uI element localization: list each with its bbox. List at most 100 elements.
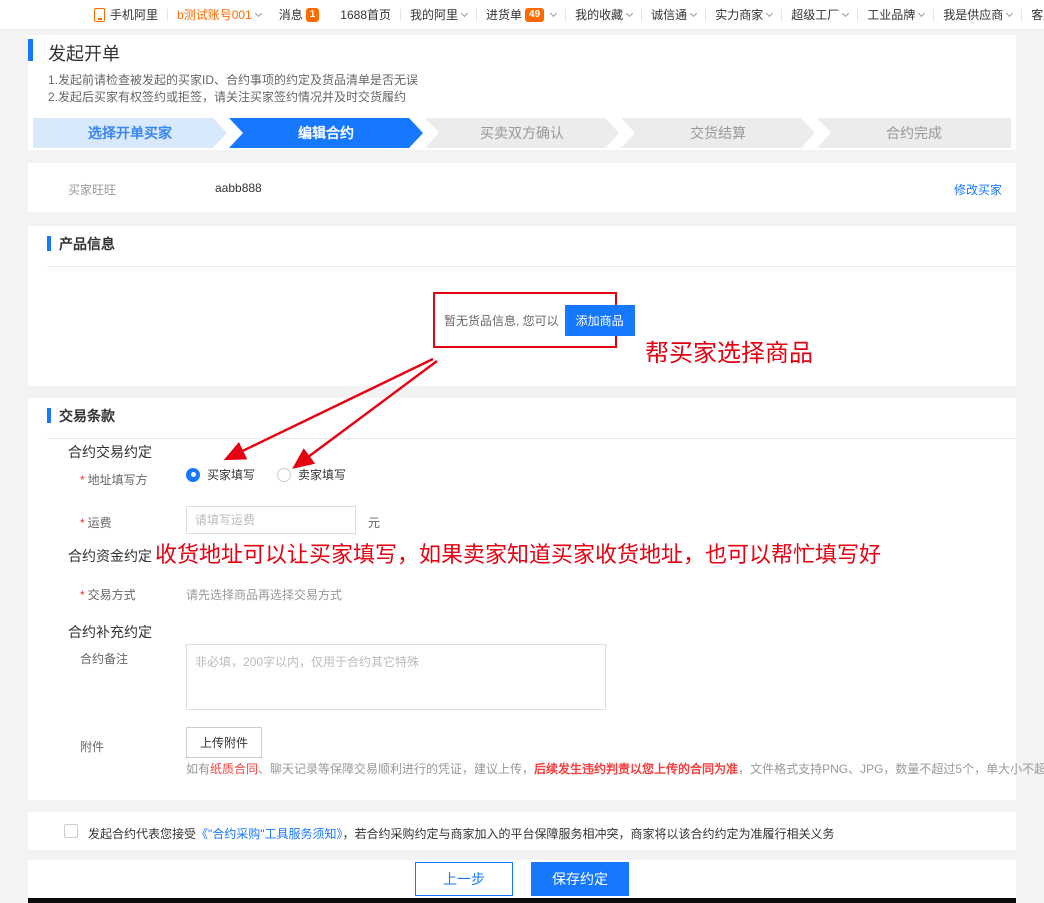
navbar-left-group: 手机阿里 b测试账号001 消息 1 [85,6,331,23]
annotation-select-product: 帮买家选择商品 [645,333,813,368]
step-contract-done: 合约完成 [817,118,1011,148]
top-navbar: 手机阿里 b测试账号001 消息 1 1688首页 我的阿里 进货单49 我的收… [0,0,1044,30]
chevron-down-icon [255,9,262,16]
remark-label: 合约备注 [80,650,128,667]
chevron-down-icon [626,9,633,16]
extra-agreement-group-label: 合约补充约定 [68,622,152,642]
nav-link-supplier[interactable]: 我是供应商 [934,6,1021,23]
freight-unit: 元 [368,514,380,531]
required-mark: * [80,588,85,602]
nav-link-purchase-cart[interactable]: 进货单49 [477,6,565,23]
buyer-card: 买家旺旺 aabb888 修改买家 [28,163,1016,212]
cart-count-badge: 49 [525,8,544,22]
agreement-checkbox[interactable] [64,824,78,838]
product-card: 产品信息 暂无货品信息, 您可以 添加商品 帮买家选择商品 [28,226,1016,386]
nav-link-chengxintong[interactable]: 诚信通 [642,6,705,23]
agreement-card: 发起合约代表您接受《"合约采购"工具服务须知》，若合约采购约定与商家加入的平台保… [28,812,1016,850]
section-accent-bar [47,236,51,251]
fund-agreement-group-label: 合约资金约定 [68,546,152,566]
chevron-down-icon [766,9,773,16]
upload-hint: 如有纸质合同、聊天记录等保障交易顺利进行的凭证，建议上传，后续发生违约判责以您上… [186,760,1044,777]
attachment-label: 附件 [80,738,104,755]
nav-link-strength-merchant[interactable]: 实力商家 [706,6,781,23]
agreement-prefix: 发起合约代表您接受 [88,827,196,841]
upload-hint-breach-warning: 后续发生违约判责以您上传的合同为准 [534,762,738,776]
product-section-title: 产品信息 [59,234,115,254]
step-delivery-settle: 交货结算 [621,118,815,148]
chevron-down-icon [842,9,849,16]
header-card: 发起开单 1.发起前请检查被发起的买家ID、合约事项的约定及货品清单是否无误 2… [28,35,1016,150]
messages-label: 消息 [279,6,303,23]
upload-attachment-button[interactable]: 上传附件 [186,727,262,758]
buyer-wangwang-value: aabb888 [215,181,262,195]
message-count-badge: 1 [306,8,320,22]
chevron-down-icon [1006,9,1013,16]
nav-link-industrial-brand[interactable]: 工业品牌 [858,6,933,23]
account-name: b测试账号001 [177,6,252,23]
nav-link-favorites[interactable]: 我的收藏 [566,6,641,23]
previous-step-button[interactable]: 上一步 [415,862,513,896]
chevron-down-icon [461,9,468,16]
radio-unselected-icon [277,468,291,482]
terms-card: 交易条款 合约交易约定 *地址填写方 买家填写 卖家填写 *运费 元 收货地址可… [28,398,1016,800]
agreement-text: 发起合约代表您接受《"合约采购"工具服务须知》，若合约采购约定与商家加入的平台保… [88,825,835,842]
instruction-line-1: 1.发起前请检查被发起的买家ID、合约事项的约定及货品清单是否无误 [48,72,418,89]
step-select-buyer[interactable]: 选择开单买家 [33,118,227,148]
required-mark: * [80,516,85,530]
instructions: 1.发起前请检查被发起的买家ID、合约事项的约定及货品清单是否无误 2.发起后买… [48,72,418,106]
bottom-black-bar [28,898,1016,903]
service-notice-link[interactable]: 《"合约采购"工具服务须知》 [196,827,343,841]
mobile-ali-label: 手机阿里 [110,6,158,23]
chevron-down-icon [550,9,557,16]
instruction-line-2: 2.发起后买家有权签约或拒签，请关注买家签约情况并及时交货履约 [48,89,418,106]
step-progress-bar: 选择开单买家 编辑合约 买卖双方确认 交货结算 合约完成 [33,118,1011,148]
pay-method-hint: 请先选择商品再选择交易方式 [186,586,342,603]
step-both-confirm: 买卖双方确认 [425,118,619,148]
radio-buyer-fill-label: 买家填写 [207,466,255,483]
radio-buyer-fill[interactable]: 买家填写 [186,466,255,483]
step-edit-contract[interactable]: 编辑合约 [229,118,423,148]
chevron-down-icon [918,9,925,16]
title-accent-bar [28,39,33,61]
empty-product-highlight-box: 暂无货品信息, 您可以 添加商品 [433,292,617,348]
navbar-right-group: 1688首页 我的阿里 进货单49 我的收藏 诚信通 实力商家 超级工厂 工业品… [331,6,1044,23]
contract-create-page: 手机阿里 b测试账号001 消息 1 1688首页 我的阿里 进货单49 我的收… [0,0,1044,903]
required-mark: * [80,473,85,487]
mobile-ali-entry[interactable]: 手机阿里 [85,6,167,23]
terms-section-title: 交易条款 [59,406,115,426]
trade-agreement-group-label: 合约交易约定 [68,442,152,462]
buyer-wangwang-label: 买家旺旺 [68,181,116,198]
empty-product-text: 暂无货品信息, 您可以 [444,312,559,329]
freight-label: *运费 [80,514,112,531]
add-product-button[interactable]: 添加商品 [565,305,635,336]
account-menu[interactable]: b测试账号001 [168,6,270,23]
nav-link-service-center[interactable]: 客服中心 [1022,6,1044,23]
nav-link-my-ali[interactable]: 我的阿里 [401,6,476,23]
contract-remark-textarea[interactable] [186,644,606,710]
freight-input[interactable] [186,506,356,534]
save-agreement-button[interactable]: 保存约定 [531,862,629,896]
upload-hint-part: 、聊天记录等保障交易顺利进行的凭证，建议上传， [258,762,534,776]
divider [47,266,1016,267]
pay-method-label: *交易方式 [80,586,136,603]
edit-buyer-link[interactable]: 修改买家 [954,181,1002,198]
chevron-down-icon [690,9,697,16]
radio-selected-icon [186,468,200,482]
nav-link-home[interactable]: 1688首页 [331,6,400,23]
phone-icon [94,8,105,22]
upload-hint-paper-contract: 纸质合同 [210,762,258,776]
radio-seller-fill-label: 卖家填写 [298,466,346,483]
upload-hint-part: 如有 [186,762,210,776]
annotation-address-note: 收货地址可以让买家填写，如果卖家知道买家收货地址，也可以帮忙填写好 [155,537,881,569]
section-accent-bar [47,408,51,423]
address-filler-radio-group: 买家填写 卖家填写 [186,466,346,483]
agreement-suffix: ，若合约采购约定与商家加入的平台保障服务相冲突，商家将以该合约约定为准履行相关义… [343,827,835,841]
upload-hint-part: ，文件格式支持PNG、JPG，数量不超过5个，单大小不超过20M [738,762,1044,776]
divider [47,438,1016,439]
nav-link-super-factory[interactable]: 超级工厂 [782,6,857,23]
radio-seller-fill[interactable]: 卖家填写 [277,466,346,483]
page-title: 发起开单 [48,40,120,66]
messages-entry[interactable]: 消息 1 [270,6,332,23]
bottom-action-bar: 上一步 保存约定 [28,860,1016,898]
address-filler-label: *地址填写方 [80,471,148,488]
